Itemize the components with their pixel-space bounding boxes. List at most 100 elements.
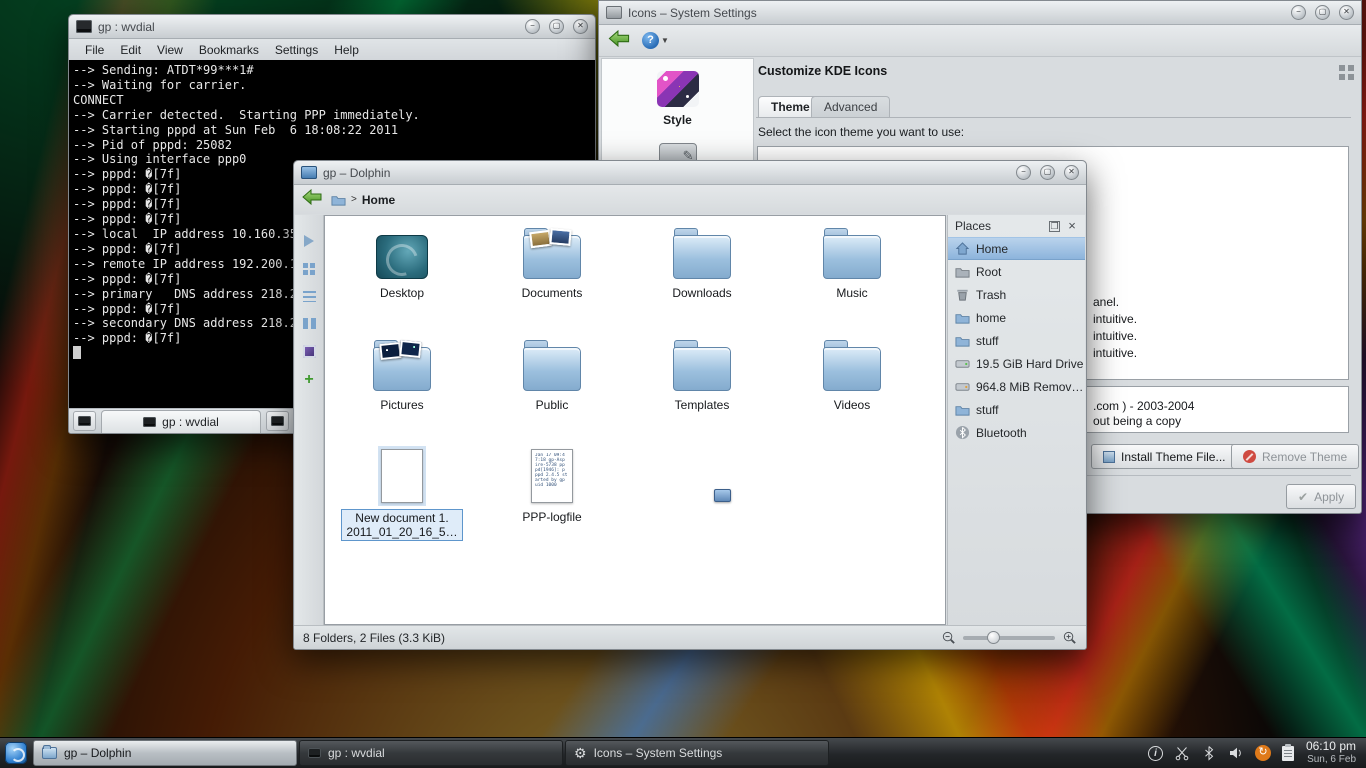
zoom-in-icon[interactable] — [1062, 630, 1077, 645]
back-button[interactable] — [608, 30, 630, 52]
apply-button[interactable]: ✔ Apply — [1286, 484, 1356, 509]
details-view-icon[interactable] — [303, 291, 316, 302]
grid-icon[interactable] — [1339, 65, 1345, 71]
theme-list-fragment: intuitive. — [1093, 346, 1137, 360]
install-theme-button[interactable]: Install Theme File... — [1091, 444, 1237, 469]
close-panel-icon[interactable]: × — [1066, 221, 1078, 232]
update-notifier-icon[interactable]: ↻ — [1255, 745, 1271, 761]
place-root[interactable]: Root — [948, 260, 1085, 283]
folder-item[interactable]: Downloads — [627, 220, 777, 332]
maximize-icon[interactable]: ▢ — [1315, 5, 1330, 20]
task-label: gp – Dolphin — [64, 746, 131, 760]
menu-help[interactable]: Help — [326, 41, 367, 59]
removable-drive-icon — [955, 379, 970, 394]
digital-clock[interactable]: 06:10 pm Sun, 6 Feb — [1306, 740, 1366, 766]
settings-titlebar[interactable]: Icons – System Settings − ▢ ✕ — [599, 1, 1361, 25]
task-system-settings[interactable]: ⚙ Icons – System Settings — [565, 740, 829, 766]
folder-icon — [955, 333, 970, 348]
terminal-icon — [143, 417, 156, 427]
tab-list-button[interactable] — [266, 411, 289, 431]
remove-theme-button[interactable]: Remove Theme — [1231, 444, 1359, 469]
place-trash[interactable]: Trash — [948, 283, 1085, 306]
place-label: Root — [976, 265, 1001, 279]
tab-advanced[interactable]: Advanced — [811, 96, 890, 118]
help-icon: ? — [642, 32, 659, 49]
place-label: stuff — [976, 403, 998, 417]
folder-label: Desktop — [380, 286, 424, 300]
minimize-icon[interactable]: − — [1016, 165, 1031, 180]
close-icon[interactable]: ✕ — [573, 19, 588, 34]
terminal-line: --> Starting pppd at Sun Feb 6 18:08:22 … — [73, 123, 591, 138]
home-icon[interactable] — [331, 192, 346, 207]
maximize-icon[interactable]: ▢ — [549, 19, 564, 34]
kickoff-launcher[interactable] — [0, 738, 32, 768]
terminal-icon — [271, 416, 284, 426]
terminal-line: CONNECT — [73, 93, 591, 108]
folder-item[interactable]: Documents — [477, 220, 627, 332]
icons-view-icon[interactable] — [303, 263, 308, 268]
float-panel-icon[interactable]: ❐ — [1049, 221, 1060, 232]
place-hard-drive[interactable]: 19.5 GiB Hard Drive — [948, 352, 1085, 375]
maximize-icon[interactable]: ▢ — [1040, 165, 1055, 180]
dolphin-window-title: gp – Dolphin — [323, 166, 390, 180]
terminal-tab[interactable]: gp : wvdial — [101, 410, 261, 433]
volume-icon[interactable] — [1228, 745, 1244, 761]
close-icon[interactable]: ✕ — [1339, 5, 1354, 20]
folder-item[interactable]: Music — [777, 220, 927, 332]
file-label: New document 1. 2011_01_20_16_5… — [341, 509, 462, 541]
device-notifier-icon[interactable]: i — [1148, 746, 1163, 761]
clipboard-icon[interactable] — [1282, 746, 1294, 761]
new-tab-button[interactable] — [73, 411, 96, 431]
folder-item[interactable]: Desktop — [327, 220, 477, 332]
close-icon[interactable]: ✕ — [1064, 165, 1079, 180]
terminal-icon — [308, 748, 321, 758]
menu-settings[interactable]: Settings — [267, 41, 326, 59]
folder-item[interactable]: Templates — [627, 332, 777, 444]
zoom-out-icon[interactable] — [941, 630, 956, 645]
place-stuff[interactable]: stuff — [948, 329, 1085, 352]
split-add-icon[interactable]: + — [304, 374, 313, 386]
back-button[interactable] — [302, 189, 322, 210]
klipper-scissors-icon[interactable] — [1174, 745, 1190, 761]
zoom-slider-knob[interactable] — [987, 631, 1000, 644]
zoom-slider[interactable] — [963, 636, 1055, 640]
folder-item[interactable]: Videos — [777, 332, 927, 444]
menu-file[interactable]: File — [77, 41, 112, 59]
file-item[interactable]: Jan 17 09:4 7:18 gp-Asp ire-5738 pp pd[1… — [477, 444, 627, 556]
places-title: Places — [955, 219, 991, 233]
file-item-selected[interactable]: New document 1. 2011_01_20_16_5… — [327, 444, 477, 556]
bluetooth-icon[interactable] — [1201, 745, 1217, 761]
breadcrumb-home[interactable]: Home — [362, 193, 395, 207]
minimize-icon[interactable]: − — [1291, 5, 1306, 20]
settings-heading: Customize KDE Icons — [758, 64, 887, 78]
dolphin-titlebar[interactable]: gp – Dolphin − ▢ ✕ — [294, 161, 1086, 185]
place-label: Home — [976, 242, 1008, 256]
minimize-icon[interactable]: − — [525, 19, 540, 34]
place-bluetooth[interactable]: Bluetooth — [948, 421, 1085, 444]
columns-view-icon[interactable] — [303, 318, 316, 329]
menu-bookmarks[interactable]: Bookmarks — [191, 41, 267, 59]
terminal-titlebar[interactable]: gp : wvdial − ▢ ✕ — [69, 15, 595, 39]
place-stuff-2[interactable]: stuff — [948, 398, 1085, 421]
sidebar-item-style[interactable]: Style — [602, 59, 753, 173]
terminal-icon — [78, 416, 91, 426]
place-label: stuff — [976, 334, 998, 348]
place-home[interactable]: Home — [948, 237, 1085, 260]
menu-view[interactable]: View — [149, 41, 191, 59]
task-dolphin[interactable]: gp – Dolphin — [33, 740, 297, 766]
folder-item[interactable]: Public — [477, 332, 627, 444]
file-view[interactable]: Desktop Documents Downloads Music — [324, 215, 946, 625]
place-home-folder[interactable]: home — [948, 306, 1085, 329]
forward-icon[interactable] — [304, 235, 314, 247]
task-wvdial[interactable]: gp : wvdial — [299, 740, 563, 766]
theme-list-fragment: intuitive. — [1093, 312, 1137, 326]
folder-item[interactable]: Pictures — [327, 332, 477, 444]
menu-edit[interactable]: Edit — [112, 41, 149, 59]
theme-list-fragment: intuitive. — [1093, 329, 1137, 343]
terminal-line: --> Carrier detected. Starting PPP immed… — [73, 108, 591, 123]
help-button[interactable]: ? ▼ — [642, 32, 669, 49]
place-label: 964.8 MiB Remov… — [976, 380, 1083, 394]
place-removable[interactable]: 964.8 MiB Remov… — [948, 375, 1085, 398]
place-label: Bluetooth — [976, 426, 1027, 440]
preview-icon[interactable] — [303, 345, 316, 358]
